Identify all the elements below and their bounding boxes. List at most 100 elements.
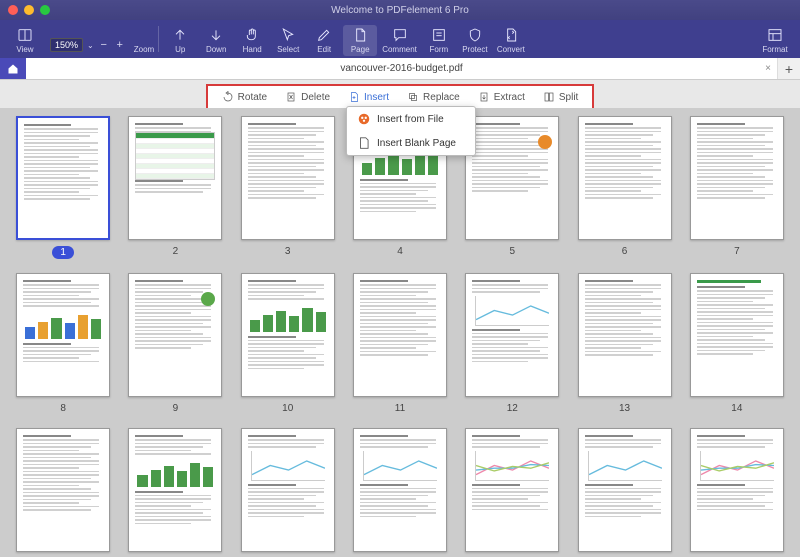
page-thumbnail[interactable]: 15 [14, 428, 112, 557]
page-thumbnail-image [128, 428, 222, 552]
page-thumbnail-image [128, 273, 222, 397]
up-button[interactable]: Up [163, 25, 197, 56]
zoom-out-button[interactable]: − [98, 39, 110, 51]
comment-button[interactable]: Comment [379, 25, 420, 56]
page-thumbnail-image [690, 273, 784, 397]
page-number: 2 [173, 246, 179, 257]
page-thumbnail[interactable]: 18 [351, 428, 449, 557]
titlebar: Welcome to PDFelement 6 Pro [0, 0, 800, 20]
insert-from-file-label: Insert from File [377, 114, 444, 125]
page-thumbnail-image [465, 428, 559, 552]
page-number: 8 [60, 403, 66, 414]
page-thumbnail-image [690, 428, 784, 552]
hand-button[interactable]: Hand [235, 25, 269, 56]
zoom-in-button[interactable]: + [114, 39, 126, 51]
page-thumbnail[interactable]: 12 [463, 273, 561, 414]
thumbnail-scroll[interactable]: 123456789101112131415161718192021 [0, 108, 800, 557]
format-button[interactable]: Format [758, 25, 792, 56]
page-thumbnail[interactable]: 10 [239, 273, 337, 414]
extract-button[interactable]: Extract [470, 88, 533, 106]
page-thumbnail-image [16, 273, 110, 397]
page-thumbnail[interactable]: 14 [688, 273, 786, 414]
edit-button[interactable]: Edit [307, 25, 341, 56]
page-number: 13 [619, 403, 630, 414]
close-icon[interactable] [8, 5, 18, 15]
page-thumbnail[interactable]: 21 [688, 428, 786, 557]
page-number: 14 [731, 403, 742, 414]
insert-from-file-item[interactable]: Insert from File [347, 107, 475, 131]
page-number: 3 [285, 246, 291, 257]
page-thumbnail[interactable]: 19 [463, 428, 561, 557]
page-thumbnail-image [578, 273, 672, 397]
window-title: Welcome to PDFelement 6 Pro [0, 5, 800, 16]
insert-button[interactable]: Insert [340, 88, 397, 106]
page-number: 4 [397, 246, 403, 257]
page-thumbnail-image [16, 116, 110, 240]
view-label: View [16, 45, 33, 54]
view-button[interactable]: View [8, 25, 42, 56]
page-thumbnail-image [578, 116, 672, 240]
page-thumbnail-image [353, 273, 447, 397]
form-button[interactable]: Form [422, 25, 456, 56]
blank-page-icon [357, 136, 371, 150]
page-thumbnail[interactable]: 3 [239, 116, 337, 259]
tab-close-icon[interactable]: × [765, 63, 771, 74]
page-number: 5 [510, 246, 516, 257]
page-thumbnail-image [241, 273, 335, 397]
document-tab[interactable]: vancouver-2016-budget.pdf × [26, 58, 778, 79]
select-button[interactable]: Select [271, 25, 305, 56]
page-thumbnail-image [128, 116, 222, 240]
down-button[interactable]: Down [199, 25, 233, 56]
page-number: 12 [507, 403, 518, 414]
home-tab[interactable] [0, 58, 26, 79]
add-tab-button[interactable]: + [778, 58, 800, 79]
page-number: 6 [622, 246, 628, 257]
convert-button[interactable]: Convert [494, 25, 528, 56]
zoom-dropdown-icon[interactable]: ⌄ [87, 41, 94, 50]
page-thumbnail[interactable]: 1 [14, 116, 112, 259]
minimize-icon[interactable] [24, 5, 34, 15]
page-thumbnail[interactable]: 20 [575, 428, 673, 557]
page-thumbnail[interactable]: 2 [126, 116, 224, 259]
replace-button[interactable]: Replace [399, 88, 468, 106]
page-thumbnail-image [241, 428, 335, 552]
thumbnail-grid: 123456789101112131415161718192021 [14, 116, 786, 557]
page-thumbnail[interactable]: 16 [126, 428, 224, 557]
window-controls [8, 5, 50, 15]
main-toolbar: View 150% ⌄ − + Zoom Up Down Hand Select… [0, 20, 800, 58]
page-number: 1 [52, 246, 74, 259]
page-thumbnail[interactable]: 17 [239, 428, 337, 557]
page-number: 9 [173, 403, 179, 414]
insert-blank-page-label: Insert Blank Page [377, 138, 456, 149]
delete-button[interactable]: Delete [277, 88, 338, 106]
insert-blank-page-item[interactable]: Insert Blank Page [347, 131, 475, 155]
zoom-group: 150% ⌄ − + [50, 38, 126, 52]
page-number: 7 [734, 246, 740, 257]
page-thumbnail[interactable]: 7 [688, 116, 786, 259]
page-thumbnail[interactable]: 9 [126, 273, 224, 414]
page-number: 11 [395, 403, 405, 414]
page-thumbnail-image [465, 116, 559, 240]
zoom-label: Zoom [134, 45, 154, 54]
file-pdf-icon [357, 112, 371, 126]
protect-button[interactable]: Protect [458, 25, 492, 56]
page-thumbnail-image [578, 428, 672, 552]
page-thumbnail-image [690, 116, 784, 240]
document-tab-label: vancouver-2016-budget.pdf [340, 63, 462, 74]
zoom-value[interactable]: 150% [50, 38, 83, 52]
page-number: 10 [282, 403, 293, 414]
page-thumbnail[interactable]: 11 [351, 273, 449, 414]
page-thumbnail[interactable]: 6 [575, 116, 673, 259]
rotate-button[interactable]: Rotate [214, 88, 275, 106]
page-thumbnail-image [241, 116, 335, 240]
page-button[interactable]: Page [343, 25, 377, 56]
split-button[interactable]: Split [535, 88, 586, 106]
page-thumbnail[interactable]: 13 [575, 273, 673, 414]
page-thumbnail[interactable]: 8 [14, 273, 112, 414]
page-thumbnail-image [353, 428, 447, 552]
insert-dropdown: Insert from File Insert Blank Page [346, 106, 476, 156]
page-thumbnail-image [465, 273, 559, 397]
page-thumbnail-image [16, 428, 110, 552]
page-thumbnail[interactable]: 5 [463, 116, 561, 259]
maximize-icon[interactable] [40, 5, 50, 15]
